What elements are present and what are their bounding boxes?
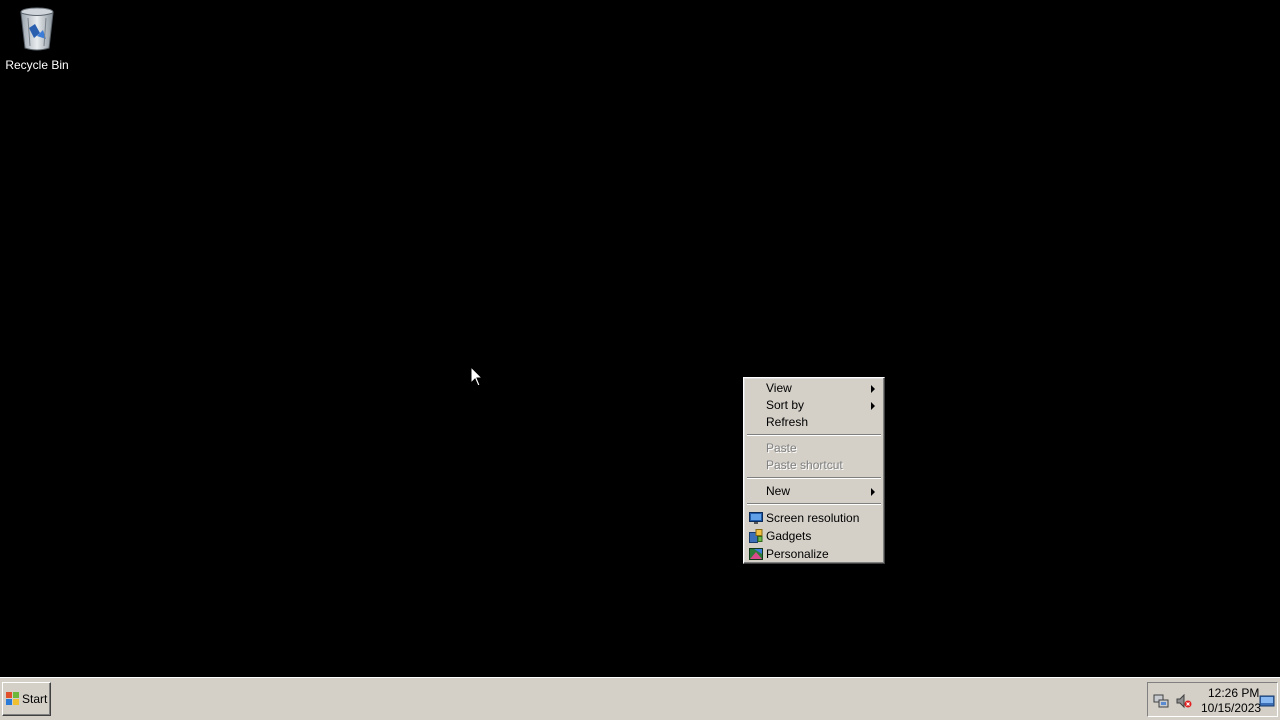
menu-item-label: Sort by bbox=[766, 398, 805, 412]
volume-muted-icon[interactable] bbox=[1176, 693, 1192, 709]
menu-item-label: Screen resolution bbox=[766, 511, 860, 525]
network-icon[interactable] bbox=[1153, 693, 1169, 709]
show-desktop-icon[interactable] bbox=[1259, 693, 1275, 709]
menu-item-gadgets[interactable]: Gadgets bbox=[747, 528, 881, 545]
menu-item-paste[interactable]: Paste bbox=[747, 440, 881, 457]
screen-resolution-icon bbox=[749, 511, 763, 525]
submenu-arrow-icon bbox=[871, 402, 875, 410]
menu-item-screen-resolution[interactable]: Screen resolution bbox=[747, 510, 881, 527]
menu-item-view[interactable]: View bbox=[747, 380, 881, 397]
menu-item-sort-by[interactable]: Sort by bbox=[747, 397, 881, 414]
clock-date[interactable]: 10/15/2023 bbox=[1201, 701, 1261, 715]
menu-item-label: Personalize bbox=[766, 547, 829, 561]
personalize-icon bbox=[749, 547, 763, 561]
desktop-icon-label: Recycle Bin bbox=[5, 58, 69, 72]
menu-separator bbox=[747, 503, 881, 505]
start-button[interactable]: Start bbox=[2, 682, 51, 716]
menu-item-personalize[interactable]: Personalize bbox=[747, 546, 881, 563]
menu-item-label: Gadgets bbox=[766, 529, 812, 543]
submenu-arrow-icon bbox=[871, 385, 875, 393]
submenu-arrow-icon bbox=[871, 488, 875, 496]
gadgets-icon bbox=[749, 529, 763, 543]
recycle-bin-icon bbox=[17, 6, 57, 52]
menu-item-refresh[interactable]: Refresh bbox=[747, 414, 881, 431]
system-tray: 12:26 PM 10/15/2023 bbox=[1147, 682, 1278, 717]
menu-item-label: New bbox=[766, 484, 791, 498]
taskbar: Start 12:26 PM 10/15/2023 bbox=[0, 677, 1280, 720]
desktop-icon-recycle-bin[interactable]: Recycle Bin bbox=[4, 6, 70, 76]
windows-logo-icon bbox=[6, 692, 20, 706]
mouse-cursor-icon bbox=[470, 365, 484, 388]
menu-item-label: View bbox=[766, 381, 792, 395]
menu-item-label: Refresh bbox=[766, 415, 809, 429]
menu-item-paste-shortcut[interactable]: Paste shortcut bbox=[747, 457, 881, 474]
menu-item-new[interactable]: New bbox=[747, 483, 881, 500]
desktop-context-menu: View Sort by Refresh Paste Paste shortcu… bbox=[743, 377, 885, 564]
menu-item-label: Paste shortcut bbox=[766, 458, 843, 472]
clock-time[interactable]: 12:26 PM bbox=[1208, 686, 1259, 700]
menu-separator bbox=[747, 434, 881, 436]
menu-separator bbox=[747, 477, 881, 479]
start-label: Start bbox=[22, 692, 48, 706]
menu-item-label: Paste bbox=[766, 441, 797, 455]
